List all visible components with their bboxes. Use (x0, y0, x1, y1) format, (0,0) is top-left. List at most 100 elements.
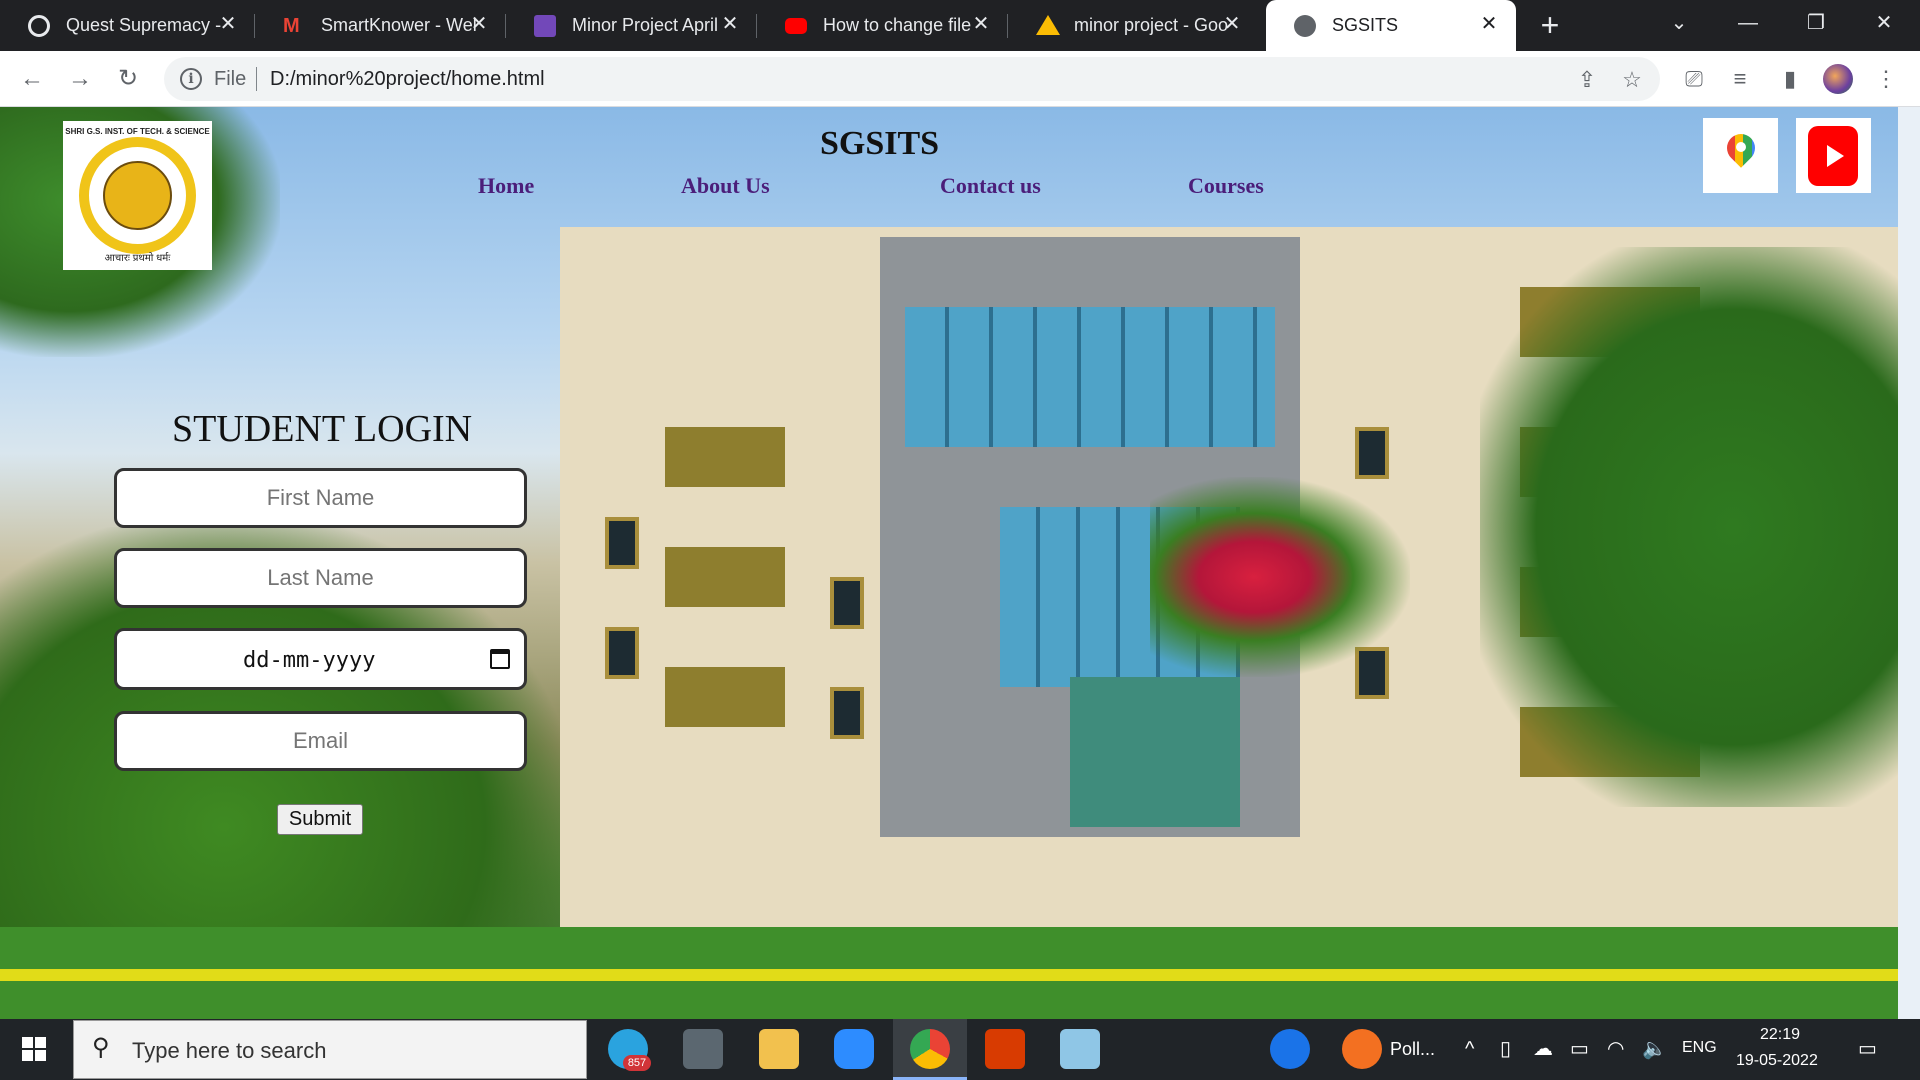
volume-icon[interactable]: 🔈 (1642, 1037, 1667, 1061)
tab-title: Minor Project April (572, 15, 719, 35)
last-name-input[interactable] (114, 548, 527, 608)
windows-taskbar: ⚲ Type here to search 857 Poll... ^ ▯ ☁ … (0, 1019, 1920, 1080)
building-window (830, 577, 864, 629)
quest-icon (28, 15, 50, 37)
close-icon[interactable]: ✕ (970, 13, 992, 35)
tab-sgsits[interactable]: SGSITS ✕ (1266, 0, 1516, 51)
back-icon[interactable]: ← (16, 63, 48, 95)
close-window-icon[interactable]: ✕ (1864, 8, 1904, 38)
tab-minor-project-drive[interactable]: minor project - Goo ✕ (1008, 0, 1259, 51)
star-icon[interactable]: ☆ (1619, 67, 1645, 93)
profile-avatar[interactable] (1823, 64, 1853, 94)
wifi-icon[interactable]: ◠ (1607, 1037, 1624, 1061)
tab-strip: Quest Supremacy - ✕ M SmartKnower - Wel … (0, 0, 1920, 51)
tab-title: SmartKnower - Wel (321, 15, 477, 35)
building-window (605, 517, 639, 569)
taskbar-search-box[interactable]: ⚲ Type here to search (73, 1020, 587, 1079)
yellow-curb (0, 969, 1920, 981)
submit-button[interactable]: Submit (277, 804, 363, 835)
flowers-foliage (1150, 477, 1410, 677)
clock-date[interactable]: 19-05-2022 (1736, 1052, 1818, 1070)
nav-home[interactable]: Home (478, 173, 534, 199)
file-explorer-icon[interactable] (759, 1029, 799, 1069)
email-input[interactable] (114, 711, 527, 771)
search-icon: ⚲ (92, 1034, 110, 1061)
chevron-up-icon[interactable]: ^ (1465, 1037, 1474, 1061)
login-title: STUDENT LOGIN (172, 408, 473, 450)
clock-time[interactable]: 22:19 (1760, 1026, 1800, 1044)
windows-start-icon[interactable] (22, 1037, 46, 1061)
tab-how-to-change-file[interactable]: How to change file ✕ (757, 0, 1008, 51)
tab-search-chevron-icon[interactable]: ⌄ (1659, 8, 1699, 38)
pollution-weather-icon[interactable] (1342, 1029, 1382, 1069)
tab-title: minor project - Goo (1074, 15, 1229, 35)
help-icon[interactable] (1270, 1029, 1310, 1069)
college-logo: SHRI G.S. INST. OF TECH. & SCIENCE आचारः… (63, 121, 212, 270)
menu-kebab-icon[interactable]: ⋮ (1872, 65, 1900, 93)
building-facade-panel (665, 427, 785, 727)
info-icon[interactable]: i (180, 68, 202, 90)
scheme-label: File (214, 68, 247, 90)
calendar-icon[interactable] (490, 649, 510, 669)
tab-title: SGSITS (1332, 15, 1399, 35)
nav-courses[interactable]: Courses (1188, 173, 1264, 199)
first-name-input[interactable] (114, 468, 527, 528)
browser-toolbar: ← → ↻ i File D:/minor%20project/home.htm… (0, 51, 1920, 107)
tab-quest[interactable]: Quest Supremacy - ✕ (0, 0, 255, 51)
building-window (1355, 427, 1389, 479)
side-panel-icon[interactable]: ▮ (1776, 65, 1804, 93)
close-icon[interactable]: ✕ (217, 13, 239, 35)
cast-icon[interactable]: ⎚ (1680, 65, 1708, 93)
page-viewport: SHRI G.S. INST. OF TECH. & SCIENCE आचारः… (0, 107, 1920, 1019)
forward-icon[interactable]: → (64, 63, 96, 95)
notification-center-icon[interactable]: ▭ (1858, 1037, 1877, 1061)
tab-minor-project-april[interactable]: Minor Project April ✕ (506, 0, 757, 51)
tree-foliage (1480, 247, 1920, 807)
gmail-icon: M (283, 15, 300, 37)
page-edge (1898, 107, 1920, 1019)
zoom-icon[interactable] (834, 1029, 874, 1069)
language-indicator[interactable]: ENG (1682, 1039, 1717, 1057)
chrome-icon[interactable] (910, 1029, 950, 1069)
address-bar[interactable]: i File D:/minor%20project/home.html ⇪ ☆ (164, 57, 1660, 101)
close-icon[interactable]: ✕ (468, 13, 490, 35)
onedrive-cloud-icon[interactable]: ☁ (1533, 1037, 1553, 1061)
restore-icon[interactable]: ❐ (1796, 8, 1836, 38)
url-text[interactable]: D:/minor%20project/home.html (270, 68, 545, 91)
maps-pin-dot (1736, 142, 1746, 152)
date-input[interactable]: dd-mm-yyyy (114, 628, 527, 690)
date-placeholder: dd-mm-yyyy (243, 648, 376, 673)
building-glass-facade (905, 307, 1275, 447)
notepad-icon[interactable] (1060, 1029, 1100, 1069)
logo-emblem (103, 161, 172, 230)
close-icon[interactable]: ✕ (719, 13, 741, 35)
close-icon[interactable]: ✕ (1221, 13, 1243, 35)
youtube-link[interactable] (1796, 118, 1871, 193)
office-icon[interactable] (985, 1029, 1025, 1069)
drive-icon (1036, 15, 1060, 35)
tab-title: How to change file (823, 15, 972, 35)
new-tab-button[interactable]: + (1534, 9, 1566, 42)
logo-motto: आचारः प्रथमो धर्मः (104, 253, 171, 264)
battery-icon[interactable]: ▭ (1570, 1037, 1589, 1061)
building-window (830, 687, 864, 739)
logo-text: SHRI G.S. INST. OF TECH. & SCIENCE (65, 127, 210, 136)
reload-icon[interactable]: ↻ (112, 63, 144, 95)
notification-text[interactable]: Poll... (1390, 1039, 1435, 1060)
nav-about-us[interactable]: About Us (681, 173, 770, 199)
minimize-icon[interactable]: — (1728, 8, 1768, 38)
reading-list-icon[interactable]: ≡ (1726, 65, 1754, 93)
camera-icon[interactable] (683, 1029, 723, 1069)
site-title: SGSITS (820, 125, 940, 162)
play-icon (1827, 145, 1844, 167)
building-glass-facade (1070, 677, 1240, 827)
share-icon[interactable]: ⇪ (1574, 67, 1600, 93)
youtube-icon (785, 18, 807, 34)
search-placeholder: Type here to search (132, 1038, 327, 1063)
device-icon[interactable]: ▯ (1500, 1037, 1511, 1061)
building-window (605, 627, 639, 679)
nav-contact-us[interactable]: Contact us (940, 173, 1041, 199)
close-icon[interactable]: ✕ (1478, 13, 1500, 35)
google-maps-link[interactable] (1703, 118, 1778, 193)
tab-smartknower[interactable]: M SmartKnower - Wel ✕ (255, 0, 506, 51)
